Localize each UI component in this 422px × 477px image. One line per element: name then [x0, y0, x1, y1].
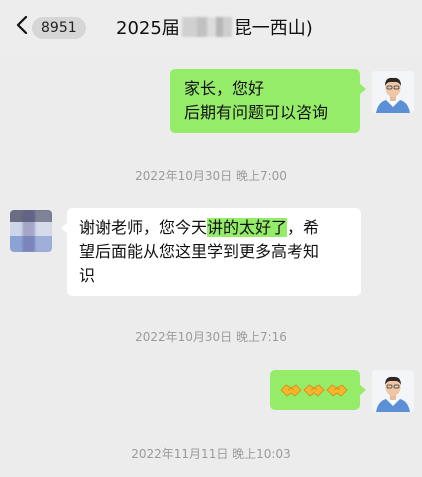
teacher-avatar[interactable] — [372, 370, 414, 412]
message-line: 识 — [79, 266, 96, 285]
handshake-emoji — [326, 384, 348, 397]
teacher-avatar[interactable] — [372, 71, 414, 113]
handshake-emoji — [280, 384, 302, 397]
message-timestamp: 2022年10月30日 晚上7:00 — [135, 169, 287, 183]
unread-count-badge[interactable]: 8951 — [32, 17, 86, 39]
emoji-row — [280, 370, 350, 410]
message-line: 家长，您好 — [184, 79, 265, 98]
message-line: 后期有问题可以咨询 — [184, 103, 329, 122]
chat-title: 2025届 昆一西山) — [116, 14, 313, 40]
message-text: ，希 — [287, 218, 320, 237]
message-bubble-me[interactable] — [270, 370, 366, 410]
student-avatar[interactable] — [10, 210, 52, 252]
handshake-emoji — [303, 384, 325, 397]
selected-text-highlight: 讲的太好了 — [207, 218, 288, 237]
message-line: 望后面能从您这里学到更多高考知 — [79, 242, 320, 261]
message-bubble-me[interactable]: 家长，您好 后期有问题可以咨询 — [170, 69, 366, 133]
message-timestamp: 2022年10月30日 晚上7:16 — [135, 330, 287, 344]
message-line: 谢谢老师，您今天讲的太好了，希 — [79, 216, 349, 240]
chat-title-prefix: 2025届 — [116, 18, 180, 39]
chevron-left-icon[interactable] — [16, 16, 28, 34]
message-bubble-other[interactable]: 谢谢老师，您今天讲的太好了，希 望后面能从您这里学到更多高考知 识 — [61, 208, 361, 296]
chat-header: 8951 2025届 昆一西山) — [0, 0, 422, 54]
chat-title-suffix: 昆一西山) — [233, 18, 313, 39]
title-redaction — [181, 17, 232, 37]
message-timestamp: 2022年11月11日 晚上10:03 — [131, 447, 291, 461]
message-text: 谢谢老师，您今天 — [79, 218, 208, 237]
